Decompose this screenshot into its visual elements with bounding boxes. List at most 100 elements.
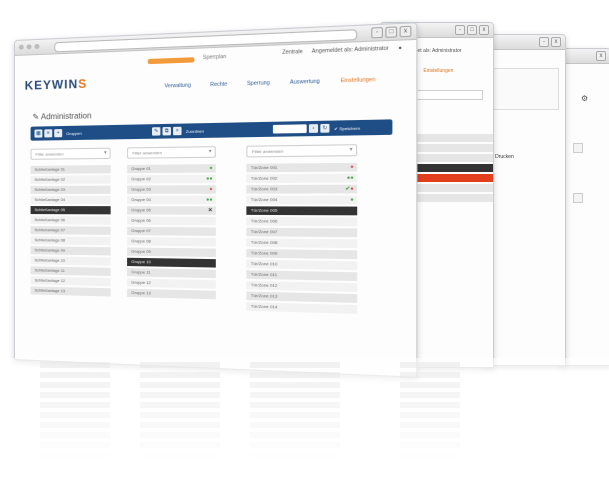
list-item[interactable]: Schließanlage 07 <box>30 226 111 235</box>
toolbar-select[interactable] <box>272 124 307 134</box>
reflection-bar <box>250 422 340 428</box>
reflection-bar <box>250 372 340 378</box>
list-item[interactable]: Gruppe 03 ● <box>127 185 216 194</box>
user-menu[interactable]: Zentrale <box>282 49 303 56</box>
list-item[interactable]: Schließanlage 06 <box>30 216 111 225</box>
list-item[interactable]: Tür/Zone 002 ●● <box>246 173 358 183</box>
reflection-bar <box>40 402 110 408</box>
dot-icon <box>18 44 24 50</box>
list-item[interactable]: Tür/Zone 004 ● <box>246 195 358 205</box>
list-item[interactable]: Tür/Zone 010 <box>246 259 358 271</box>
filter-select[interactable]: Filter anwenden <box>127 146 216 159</box>
edit-icon[interactable]: ✎ <box>152 127 161 136</box>
delete-icon[interactable]: × <box>173 126 182 136</box>
list-item[interactable]: Gruppe 11 <box>127 268 216 279</box>
dot-icon <box>34 43 40 50</box>
list-item[interactable]: Gruppe 05 ✕ <box>127 206 216 215</box>
list-item[interactable]: Schließanlage 04 <box>30 195 111 205</box>
list-item[interactable]: Schließanlage 03 <box>30 185 111 194</box>
reflection-bar <box>250 452 340 458</box>
list-item[interactable]: Gruppe 12 <box>127 278 216 289</box>
filter-select[interactable]: Filter anwenden <box>246 144 358 158</box>
close-icon[interactable]: x <box>399 25 412 38</box>
status-icon: ● <box>209 165 213 172</box>
print-label[interactable]: ▣ Drucken <box>489 154 565 160</box>
settings-icon[interactable]: ⚙ <box>581 94 609 103</box>
reflection-bar <box>250 392 340 398</box>
list-item-label: Gruppe 12 <box>131 279 151 286</box>
reflection-bar <box>400 362 460 368</box>
nav-item[interactable]: Einstellungen <box>423 68 453 74</box>
list-item[interactable]: Tür/Zone 005 <box>246 206 358 216</box>
close-icon[interactable]: x <box>551 37 561 47</box>
logo: KEYWINS <box>24 76 88 93</box>
reflection-bar <box>400 432 460 438</box>
list-item[interactable]: Schließanlage 09 <box>30 246 111 256</box>
maximize-icon[interactable]: □ <box>385 26 398 38</box>
action-toolbar: ▦ ≡ + Gruppen ✎ ⧉ × Zuordnen › ↻ ✔ Speic… <box>30 119 393 141</box>
list-item[interactable]: Tür/Zone 013 <box>246 291 358 303</box>
list-item[interactable]: Schließanlage 10 <box>30 256 111 266</box>
nav-item[interactable]: Rechte <box>210 81 227 88</box>
plus-icon[interactable]: + <box>54 129 63 138</box>
minimize-icon[interactable]: - <box>455 25 465 35</box>
list-item[interactable]: Schließanlage 05 <box>30 206 111 215</box>
content-box <box>489 68 559 110</box>
nav-item[interactable]: Einstellungen <box>340 77 375 85</box>
minimize-icon[interactable]: - <box>539 37 549 47</box>
nav-item[interactable]: Auswertung <box>290 79 320 86</box>
list-item[interactable]: Gruppe 02 ●● <box>127 174 216 184</box>
copy-icon[interactable]: ⧉ <box>162 126 171 136</box>
list-item[interactable]: Tür/Zone 012 <box>246 280 358 292</box>
reflection-bar <box>140 372 220 378</box>
list-item-label: Tür/Zone 004 <box>250 196 278 203</box>
list-item[interactable]: Schließanlage 11 <box>30 266 111 276</box>
refresh-icon[interactable]: ↻ <box>320 123 330 133</box>
list-item[interactable]: Gruppe 10 <box>127 257 216 268</box>
small-button[interactable] <box>573 193 583 203</box>
page-title: ✎ Administration <box>32 111 92 122</box>
reflection-bar <box>40 372 110 378</box>
list-item[interactable]: Gruppe 04 ●● <box>127 195 216 205</box>
list-item[interactable]: Gruppe 07 <box>127 226 216 236</box>
list-item[interactable]: Schließanlage 13 <box>30 286 111 297</box>
nav-item[interactable]: Sperrung <box>247 80 270 87</box>
list-item[interactable]: Gruppe 06 <box>127 216 216 226</box>
filter-select[interactable]: Filter anwenden <box>30 147 111 160</box>
user-area: Zentrale Angemeldet als: Administrator ● <box>282 45 402 56</box>
browser-window-main: - □ x Sperrplan Zentrale Angemeldet als: A… <box>14 22 418 378</box>
user-icon[interactable]: ● <box>398 45 402 52</box>
list-item[interactable]: Tür/Zone 001 ● <box>246 162 358 173</box>
list-item[interactable]: Gruppe 09 <box>127 247 216 258</box>
list-item[interactable]: Schließanlage 08 <box>30 236 111 246</box>
grid-icon[interactable]: ▦ <box>34 129 43 138</box>
list-item[interactable]: Gruppe 08 <box>127 237 216 247</box>
close-icon[interactable]: x <box>479 25 489 35</box>
list-item[interactable]: Gruppe 13 <box>127 288 216 300</box>
list-item[interactable]: Tür/Zone 011 <box>246 270 358 282</box>
reflection-bar <box>400 442 460 448</box>
minimize-icon[interactable]: - <box>371 26 383 39</box>
list-item-label: Schließanlage 12 <box>34 277 66 284</box>
list-item[interactable]: Tür/Zone 006 <box>246 217 358 227</box>
reflection-bar <box>400 402 460 408</box>
maximize-icon[interactable]: □ <box>467 25 477 35</box>
save-button[interactable]: ✔ Speichern <box>334 125 360 131</box>
list-item[interactable]: Tür/Zone 007 <box>246 227 358 238</box>
list-icon[interactable]: ≡ <box>44 129 53 138</box>
status-pill[interactable] <box>147 57 195 65</box>
list-item[interactable]: Gruppe 01 ● <box>127 164 216 174</box>
list-item[interactable]: Schließanlage 12 <box>30 276 111 287</box>
nav-item[interactable]: Verwaltung <box>165 83 191 90</box>
list-item[interactable]: Tür/Zone 008 <box>246 238 358 249</box>
list-item[interactable]: Tür/Zone 003 ✔● <box>246 184 358 194</box>
close-icon[interactable]: x <box>596 51 606 61</box>
list-item[interactable]: Tür/Zone 009 <box>246 248 358 260</box>
small-button[interactable] <box>573 143 583 153</box>
arrow-icon[interactable]: › <box>308 124 319 133</box>
list-item[interactable]: Tür/Zone 014 <box>246 302 358 314</box>
list-item[interactable]: Schließanlage 02 <box>30 175 111 184</box>
list-item-label: Tür/Zone 001 <box>250 164 278 171</box>
column-doors: Filter anwenden Tür/Zone 001 ● Tür/Zone 002… <box>246 144 358 316</box>
list-item[interactable]: Schließanlage 01 <box>30 165 111 174</box>
